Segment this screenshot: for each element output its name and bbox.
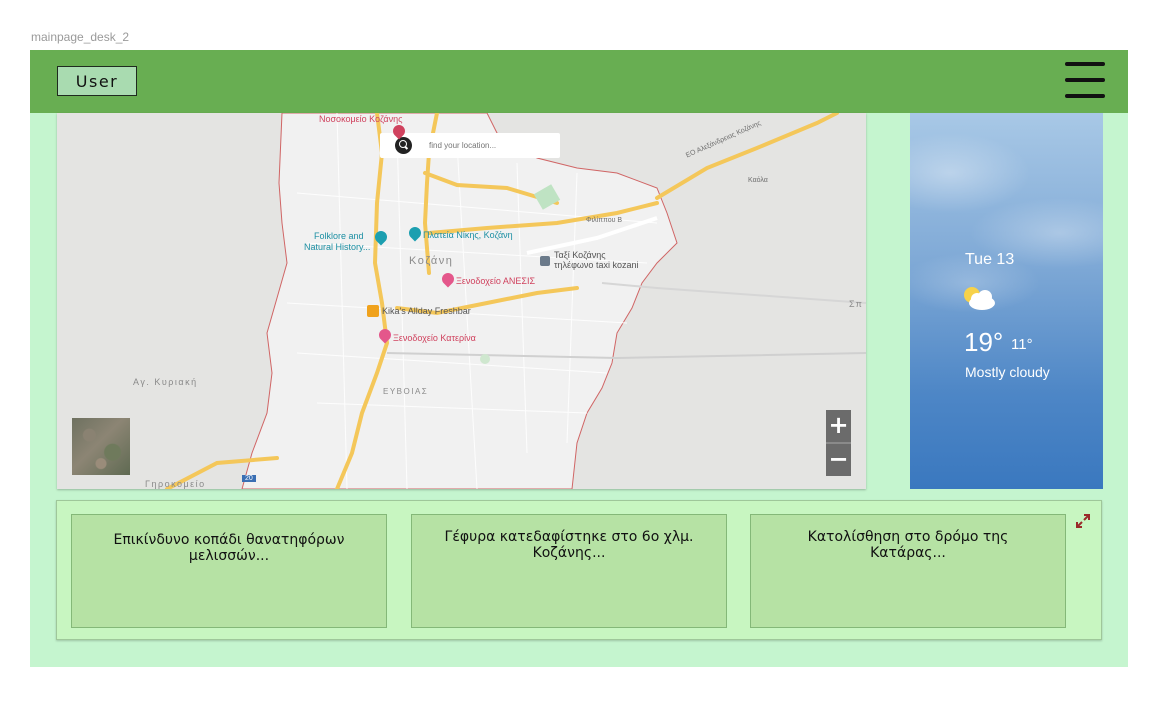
cafe-pin-icon[interactable] [367, 305, 379, 317]
zoom-in-button[interactable]: + [826, 410, 851, 440]
frame-label: mainpage_desk_2 [31, 30, 130, 44]
map-label-kozani: Κοζάνη [409, 255, 454, 267]
map-label-taxi-1: Ταξί Κοζάνης [554, 250, 606, 260]
map-label-plateia: Πλατεία Νίκης, Κοζάνη [423, 230, 513, 240]
map-label-ag-kyriaki: Αγ. Κυριακή [133, 377, 198, 387]
map-base [57, 113, 866, 489]
weather-temp-low: 11° [1011, 336, 1033, 353]
map-search-box[interactable] [380, 133, 560, 158]
app-container: User find your location... Νοσοκομείο Κο… [30, 50, 1128, 667]
zoom-out-button[interactable]: − [826, 444, 851, 474]
map-label-hospital: Νοσοκομείο Κοζάνης [319, 114, 403, 124]
weather-temp-high: 19° [964, 327, 1004, 357]
map-label-kikas: Kika's Allday Freshbar [382, 306, 471, 316]
news-card[interactable]: Επικίνδυνο κοπάδι θανατηφόρων μελισσών..… [71, 514, 387, 628]
weather-widget: Tue 13 19° 11° Mostly cloudy [910, 113, 1103, 489]
weather-condition: Mostly cloudy [965, 364, 1050, 380]
map-label-katerina: Ξενοδοχείο Κατερίνα [393, 333, 476, 343]
user-button[interactable]: User [57, 66, 137, 96]
news-card[interactable]: Κατολίσθηση στο δρόμο της Κατάρας... [750, 514, 1066, 628]
news-card[interactable]: Γέφυρα κατεδαφίστηκε στο 6ο χλμ. Κοζάνης… [411, 514, 727, 628]
taxi-icon[interactable] [540, 256, 550, 266]
hamburger-menu-icon[interactable] [1065, 61, 1105, 101]
news-card-title: Κατολίσθηση στο δρόμο της Κατάρας... [807, 529, 1009, 561]
satellite-toggle-thumbnail[interactable] [72, 418, 130, 475]
search-icon[interactable] [395, 137, 412, 154]
expand-arrows-icon[interactable] [1073, 511, 1093, 531]
map-label-taxi-2: τηλέφωνο taxi kozani [554, 260, 639, 270]
map-label-folklore-1: Folklore and [314, 231, 364, 241]
map-label-road-20: 20 [242, 475, 256, 482]
weather-day: Tue 13 [965, 251, 1015, 268]
map-label-anesis: Ξενοδοχείο ΑΝΕΣΙΣ [456, 276, 536, 286]
map-view[interactable]: Νοσοκομείο Κοζάνης ΕΟ Αλεξάνδρειας Κοζάν… [57, 113, 866, 489]
map-search-input[interactable] [427, 140, 551, 151]
map-label-folklore-2: Natural History... [304, 242, 371, 252]
map-label-evoias: ΕΥΒΟΙΑΣ [383, 387, 429, 396]
map-label-road-kaola: Καόλα [748, 177, 768, 184]
partly-cloudy-icon [964, 287, 995, 310]
news-card-title: Επικίνδυνο κοπάδι θανατηφόρων μελισσών..… [113, 532, 345, 564]
map-label-road-sp: Σπ [849, 299, 864, 309]
news-card-title: Γέφυρα κατεδαφίστηκε στο 6ο χλμ. Κοζάνης… [444, 529, 694, 561]
zoom-control: + − [826, 410, 851, 476]
news-panel: Επικίνδυνο κοπάδι θανατηφόρων μελισσών..… [56, 500, 1102, 640]
top-bar: User [30, 50, 1128, 113]
map-label-girokomeio: Γηροκομείο [145, 479, 206, 489]
map-label-road-filippou: Φιλίππου Β [586, 217, 623, 224]
